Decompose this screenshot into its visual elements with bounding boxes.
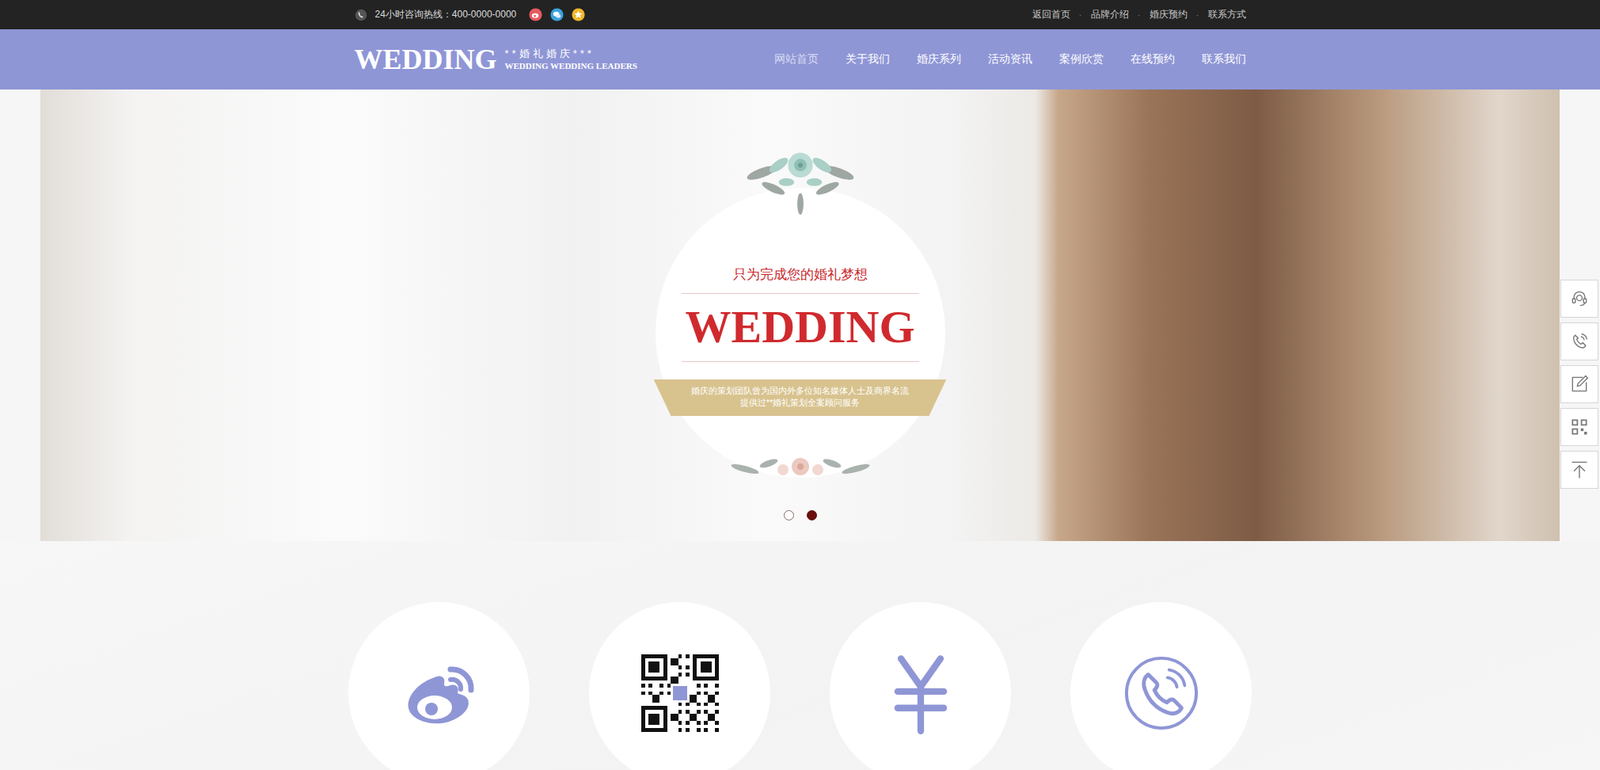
social-links (528, 7, 586, 22)
menu-item[interactable]: 活动资讯 (974, 45, 1046, 73)
phone-icon (354, 8, 368, 22)
quick-link[interactable]: 品牌介绍 (1090, 7, 1129, 22)
menu-item[interactable]: 婚庆系列 (903, 45, 975, 73)
side-tool-button[interactable] (1560, 279, 1599, 318)
side-tool-button[interactable] (1560, 450, 1599, 489)
banner-title: WEDDING (684, 303, 915, 352)
side-tool-button[interactable] (1560, 407, 1599, 446)
banner-photo: 只为完成您的婚礼梦想 WEDDING 婚庆的策划团队曾为国内外多位知名媒体人士及… (40, 89, 1560, 541)
divider (681, 361, 920, 362)
link-separator: · (1079, 9, 1083, 21)
banner-slogan: 只为完成您的婚礼梦想 (733, 265, 868, 284)
weibo-icon (399, 653, 479, 733)
main-menu: 网站首页关于我们婚庆系列活动资讯案例欣赏在线预约联系我们 (760, 45, 1260, 73)
carousel-dot[interactable] (806, 509, 818, 521)
floral-top-icon (730, 141, 871, 220)
quick-link[interactable]: 返回首页 (1032, 7, 1071, 22)
top-bar: 24小时咨询热线：400-0000-0000 返回首页 · 品牌介绍 · 婚庆预约 ·… (0, 0, 1600, 30)
qr-code-icon (641, 653, 719, 732)
logo-tagline-block: **婚礼婚庆*** WEDDING WEDDING LEADERS (505, 47, 638, 72)
carousel-dot[interactable] (783, 509, 795, 521)
qr-icon (1569, 416, 1590, 438)
carousel-dots (40, 509, 1560, 521)
quick-link[interactable]: 婚庆预约 (1149, 7, 1188, 22)
banner-section: 只为完成您的婚礼梦想 WEDDING 婚庆的策划团队曾为国内外多位知名媒体人士及… (0, 89, 1600, 541)
back-to-top-icon (1569, 459, 1590, 480)
menu-item[interactable]: 联系我们 (1188, 45, 1260, 73)
phone-icon (1122, 653, 1201, 732)
wechat-icon[interactable] (550, 7, 564, 22)
floral-bottom-icon (721, 448, 880, 489)
feature-circles (0, 540, 1600, 770)
menu-item[interactable]: 案例欣赏 (1045, 45, 1118, 73)
weibo-card[interactable] (348, 601, 530, 770)
weibo-icon[interactable] (528, 7, 543, 22)
star-icon[interactable] (571, 7, 586, 22)
banner-ribbon: 婚庆的策划团队曾为国内外多位知名媒体人士及商界名流提供过**婚礼策划全案顾问服务 (653, 379, 947, 417)
headset-icon (1569, 288, 1590, 309)
edit-icon (1569, 373, 1590, 395)
menu-item[interactable]: 在线预约 (1117, 45, 1189, 73)
hotline-text: 24小时咨询热线：400-0000-0000 (375, 7, 517, 22)
menu-item[interactable]: 关于我们 (832, 45, 904, 73)
link-separator: · (1196, 9, 1200, 21)
side-toolbar (1560, 279, 1599, 489)
qr-code-card[interactable] (589, 601, 771, 770)
banner-description: 婚庆的策划团队曾为国内外多位知名媒体人士及商界名流 (691, 384, 909, 398)
divider (681, 292, 920, 294)
logo-text: WEDDING (354, 45, 498, 74)
side-tool-button[interactable] (1560, 322, 1599, 361)
logo-subtitle: WEDDING WEDDING LEADERS (505, 60, 638, 72)
menu-item[interactable]: 网站首页 (760, 45, 833, 73)
phone-icon (1569, 330, 1590, 352)
logo[interactable]: WEDDING **婚礼婚庆*** WEDDING WEDDING LEADER… (354, 45, 638, 74)
main-nav-bar: WEDDING **婚礼婚庆*** WEDDING WEDDING LEADER… (0, 29, 1600, 90)
logo-tagline: **婚礼婚庆*** (505, 47, 638, 61)
yen-icon (879, 651, 962, 734)
side-tool-button[interactable] (1560, 364, 1599, 403)
banner-description: 提供过**婚礼策划全案顾问服务 (740, 396, 861, 410)
quick-links: 返回首页 · 品牌介绍 · 婚庆预约 · 联系方式 (1032, 7, 1247, 22)
banner-circle: 只为完成您的婚礼梦想 WEDDING 婚庆的策划团队曾为国内外多位知名媒体人士及… (655, 187, 946, 478)
phone-card[interactable] (1070, 601, 1252, 770)
page: 24小时咨询热线：400-0000-0000 返回首页 · 品牌介绍 · 婚庆预约 ·… (0, 0, 1600, 770)
quick-link[interactable]: 联系方式 (1208, 7, 1247, 22)
price-card[interactable] (829, 601, 1011, 770)
hotline: 24小时咨询热线：400-0000-0000 (354, 7, 586, 22)
link-separator: · (1137, 9, 1141, 21)
banner-badge: 只为完成您的婚礼梦想 WEDDING 婚庆的策划团队曾为国内外多位知名媒体人士及… (655, 141, 946, 489)
